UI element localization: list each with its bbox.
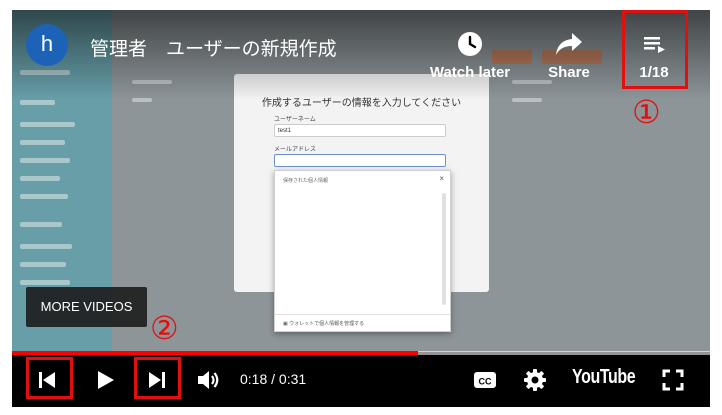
annotation-box-previous bbox=[26, 357, 73, 399]
captions-button[interactable]: CC bbox=[470, 365, 500, 395]
volume-icon bbox=[198, 371, 219, 389]
autofill-popup: 保存された個人情報 × ▣ ウォレットで個人情報を管理する bbox=[274, 170, 451, 332]
autofill-title: 保存された個人情報 bbox=[283, 178, 329, 184]
username-input: test1 bbox=[274, 124, 446, 137]
annotation-marker-2: ② bbox=[150, 310, 179, 346]
autofill-footer: ▣ ウォレットで個人情報を管理する bbox=[283, 320, 364, 327]
watch-later-button[interactable]: Watch later bbox=[422, 30, 518, 81]
gear-icon bbox=[524, 369, 546, 391]
more-videos-button[interactable]: MORE VIDEOS bbox=[26, 287, 147, 327]
volume-button[interactable] bbox=[194, 365, 224, 395]
share-button[interactable]: Share bbox=[540, 30, 598, 81]
play-icon bbox=[98, 371, 114, 389]
autofill-close-icon: × bbox=[439, 174, 444, 183]
email-input bbox=[274, 154, 446, 167]
youtube-embed-player[interactable]: 作成するユーザーの情報を入力してください ユーザーネーム test1 メールアド… bbox=[12, 10, 710, 407]
share-arrow-icon bbox=[556, 33, 582, 55]
video-title[interactable]: 管理者 ユーザーの新規作成 bbox=[90, 34, 337, 61]
annotation-box-playlist bbox=[622, 10, 688, 89]
autofill-scrollbar bbox=[442, 193, 446, 305]
annotation-box-next bbox=[134, 357, 181, 399]
autofill-divider bbox=[275, 314, 450, 315]
watch-later-label: Watch later bbox=[429, 64, 511, 81]
share-label: Share bbox=[548, 64, 590, 81]
youtube-logo[interactable]: YouTube bbox=[572, 366, 636, 389]
captions-icon: CC bbox=[474, 372, 496, 388]
fullscreen-button[interactable] bbox=[658, 365, 688, 395]
autofill-footer-text: ウォレットで個人情報を管理する bbox=[289, 321, 365, 327]
annotation-marker-1: ① bbox=[632, 94, 661, 130]
channel-avatar[interactable]: h bbox=[26, 24, 68, 66]
play-button[interactable] bbox=[90, 365, 120, 395]
svg-text:CC: CC bbox=[479, 377, 492, 387]
settings-button[interactable] bbox=[520, 365, 550, 395]
time-display: 0:18 / 0:31 bbox=[240, 371, 307, 387]
email-label: メールアドレス bbox=[274, 147, 317, 153]
fullscreen-icon bbox=[662, 369, 684, 391]
username-label: ユーザーネーム bbox=[274, 117, 316, 123]
clock-icon bbox=[458, 32, 482, 56]
player-controls: 0:18 / 0:31 CC YouTube bbox=[12, 355, 710, 407]
